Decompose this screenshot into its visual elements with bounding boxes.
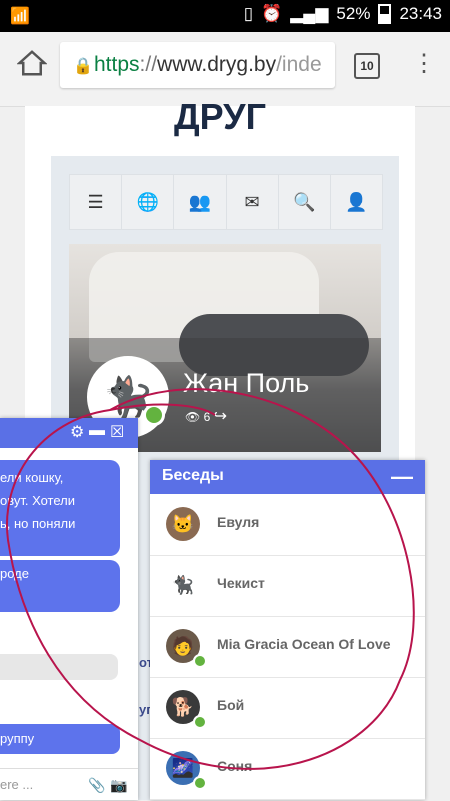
online-indicator [193,715,207,729]
chat-input[interactable]: ere ... 📎 📷 [0,768,138,801]
chat-header: ⚙ ▬ ☒ [0,418,138,448]
url-path: /inde [276,53,322,76]
attach-file-icon[interactable]: 📎 [88,776,105,794]
close-icon[interactable]: ☒ [110,422,124,442]
home-button[interactable] [14,48,50,84]
avatar: 🐱 [166,507,200,541]
minimize-icon[interactable]: ▬ [89,422,105,440]
url-separator: :// [139,53,158,76]
online-indicator [193,654,207,668]
nav-toolbar: ☰ 🌐 👥 ✉ 🔍 👤 [69,174,383,230]
conversation-name: Соня [217,758,253,774]
menu-icon[interactable]: ☰ [70,175,123,229]
avatar: 🐈‍⬛ [166,568,200,602]
view-count: 6 [203,410,211,424]
profile-stats: 👁 6 ↪ [185,406,227,426]
profile-name[interactable]: Жан Поль [183,368,309,399]
signal-icon: ▂▄▆ [290,4,329,23]
more-menu-icon[interactable]: ⋮ [412,46,436,82]
conversation-item[interactable]: 🐕 Бой [150,677,425,739]
phone-icon: ▯ [243,4,254,23]
chat-message-incoming [0,654,118,680]
chat-message: роде [0,560,120,612]
address-bar[interactable]: 🔒https://www.dryg.by/inde [60,42,335,88]
chat-message: ели кошку, овут. Хотели ь, но поняли [0,460,120,556]
online-indicator [143,404,165,426]
chat-window: ⚙ ▬ ☒ ели кошку, овут. Хотели ь, но поня… [0,418,138,800]
conversation-name: Евуля [217,514,260,530]
friends-icon[interactable]: 👥 [174,175,227,229]
mail-icon[interactable]: ✉ [227,175,279,229]
gear-icon[interactable]: ⚙ [70,422,84,442]
clock: 23:43 [399,4,442,23]
conversation-item[interactable]: 🐱 Евуля [150,494,425,556]
camera-icon[interactable]: 📷 [110,776,127,794]
conversation-item[interactable]: 🧑 Mia Gracia Ocean Of Love [150,616,425,678]
eye-icon: 👁 [185,410,201,424]
alarm-icon: ⏰ [261,4,283,23]
globe-icon[interactable]: 🌐 [122,175,175,229]
chat-input-placeholder: ere ... [0,777,34,792]
search-icon[interactable]: 🔍 [279,175,331,229]
battery-percent: 52% [336,4,371,23]
battery-icon [378,4,392,24]
conversation-name: Mia Gracia Ocean Of Love [217,636,391,652]
lock-icon: 🔒 [73,58,93,75]
conversation-name: Бой [217,697,245,713]
conversations-header[interactable]: Беседы — [150,460,425,494]
conversations-panel: Беседы — 🐱 Евуля 🐈‍⬛ Чекист 🧑 Mia Gracia… [150,460,425,800]
share-icon[interactable]: ↪ [214,408,227,425]
collapse-icon[interactable]: — [391,464,413,490]
conversations-title: Беседы [162,467,224,484]
chat-message: руппу [0,724,120,754]
status-bar: 📶 ▯ ⏰ ▂▄▆ 52% 23:43 [0,0,450,32]
user-icon[interactable]: 👤 [331,175,382,229]
home-icon [16,50,48,76]
conversation-item[interactable]: 🌌 Соня [150,738,425,800]
conversation-item[interactable]: 🐈‍⬛ Чекист [150,555,425,617]
url-scheme: https [94,53,140,76]
site-title[interactable]: ДРУГ [25,96,415,138]
url-host: www.dryg.by [157,53,277,76]
wifi-icon: 📶 [10,8,30,25]
conversation-name: Чекист [217,575,265,591]
online-indicator [193,776,207,790]
tabs-button[interactable]: 10 [354,53,380,79]
